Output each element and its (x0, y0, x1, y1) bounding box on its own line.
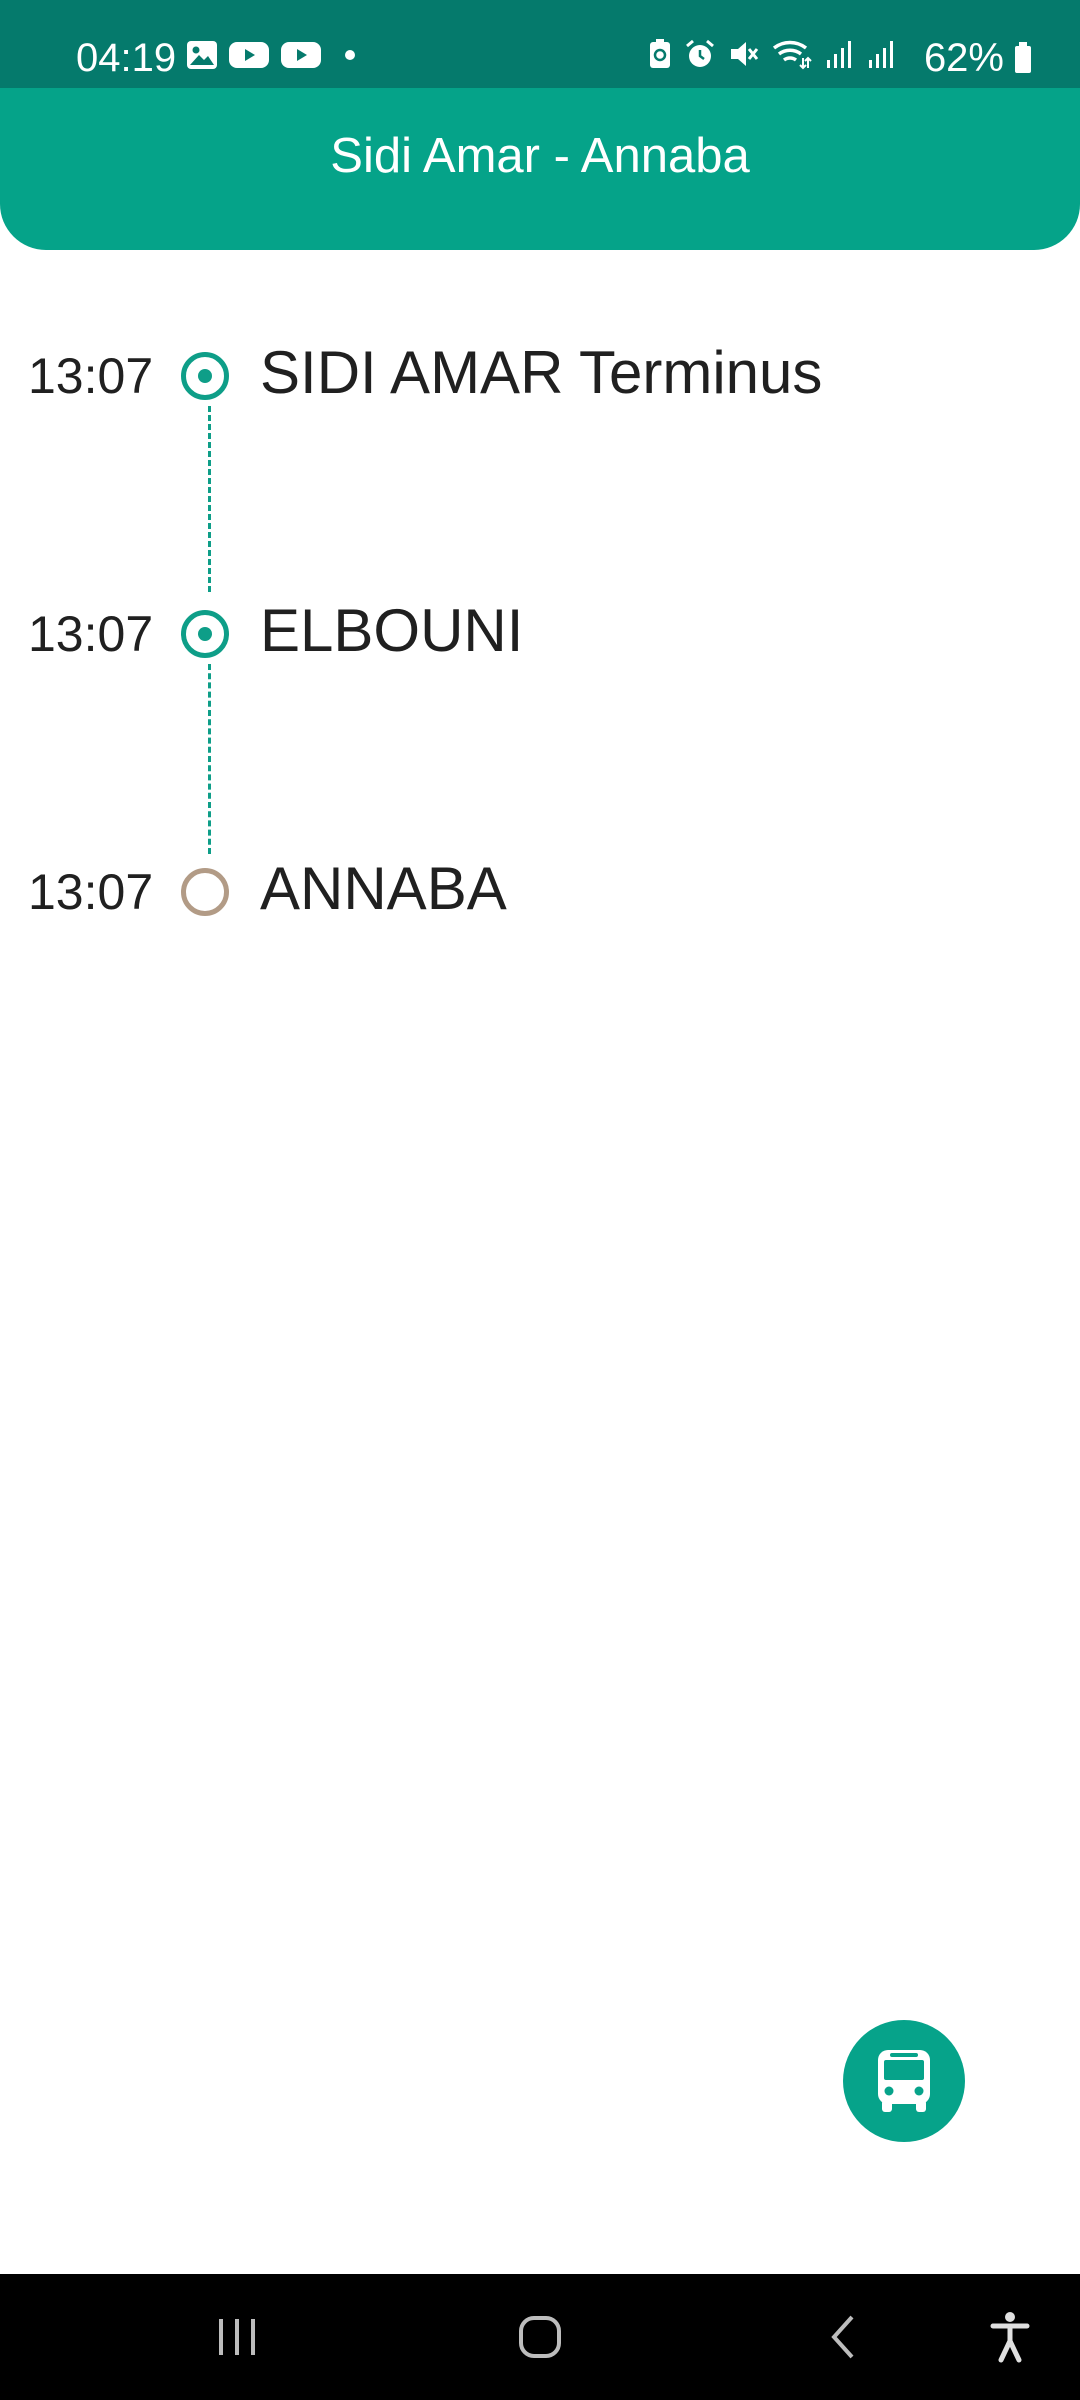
stop-upcoming-marker-icon (181, 868, 229, 916)
bus-fab-button[interactable] (843, 2020, 965, 2142)
status-time: 04:19 (76, 36, 177, 80)
accessibility-icon (990, 2312, 1030, 2363)
stop-passed-marker-icon (181, 352, 229, 400)
recent-apps-button[interactable] (177, 2274, 297, 2400)
battery-icon (1015, 42, 1031, 73)
back-button[interactable] (783, 2274, 903, 2400)
stop-name: ANNABA (260, 855, 507, 922)
wifi-icon (772, 40, 812, 70)
gallery-icon (187, 41, 217, 69)
status-bar: 04:19 62% (0, 0, 1080, 88)
timeline-connector (208, 664, 211, 854)
stop-name: SIDI AMAR Terminus (260, 339, 823, 406)
route-title: Sidi Amar - Annaba (330, 129, 750, 183)
stop-time: 13:07 (28, 864, 154, 920)
battery-saver-icon (650, 39, 670, 68)
timeline-connector (208, 406, 211, 592)
signal-icon (827, 41, 851, 68)
dot-icon (345, 50, 355, 60)
system-icons (648, 38, 896, 70)
youtube-icon (229, 42, 269, 68)
stop-passed-marker-icon (181, 610, 229, 658)
battery-percent: 62% (923, 36, 1004, 80)
youtube-icon (281, 42, 321, 68)
signal-icon (869, 41, 893, 68)
system-nav-bar (0, 2274, 1080, 2400)
stop-time: 13:07 (28, 606, 154, 662)
stop-name: ELBOUNI (260, 597, 524, 664)
app-header: Sidi Amar - Annaba (0, 88, 1080, 250)
alarm-icon (686, 39, 714, 67)
stop-item[interactable]: 13:07 SIDI AMAR Terminus (0, 330, 1080, 410)
bus-icon (878, 2050, 930, 2112)
stop-item[interactable]: 13:07 ANNABA (0, 846, 1080, 926)
notification-icons (186, 40, 362, 70)
stop-item[interactable]: 13:07 ELBOUNI (0, 588, 1080, 668)
home-button[interactable] (480, 2274, 600, 2400)
back-icon (831, 2315, 854, 2359)
home-icon (519, 2316, 561, 2358)
mute-icon (731, 42, 759, 66)
stop-time: 13:07 (28, 348, 154, 404)
accessibility-button[interactable] (950, 2274, 1070, 2400)
recent-apps-icon (219, 2319, 255, 2355)
